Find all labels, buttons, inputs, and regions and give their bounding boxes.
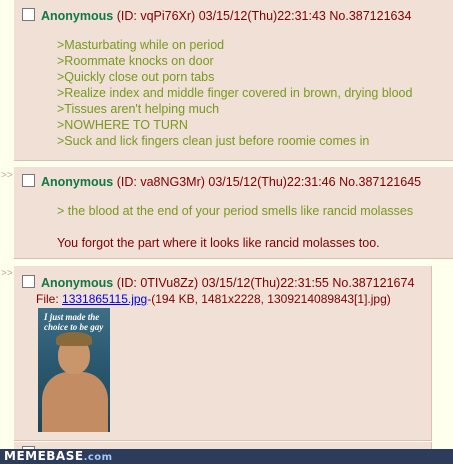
poster-id: (ID: 0TIVu8Zz): [116, 276, 199, 290]
poster-name: Anonymous: [41, 9, 114, 23]
thumbnail-caption: I just made the choice to be gay: [44, 312, 104, 332]
post-header: Anonymous (ID: va8NG3Mr) 03/15/12(Thu)22…: [22, 174, 421, 189]
post-image-thumbnail[interactable]: I just made the choice to be gay: [38, 308, 110, 432]
post-number[interactable]: No.387121645: [339, 175, 421, 189]
memebase-footer: MEMEBASE.com: [0, 449, 453, 464]
greentext-line: > the blood at the end of your period sm…: [57, 204, 414, 218]
greentext-line: >Suck and lick fingers clean just before…: [57, 134, 370, 148]
memebase-logo: MEMEBASE.com: [4, 449, 113, 463]
greentext-line: >Tissues aren't helping much: [57, 102, 220, 116]
post-number[interactable]: No.387121674: [332, 276, 414, 290]
file-meta: -(194 KB, 1481x2228, 1309214089843[1].jp…: [147, 292, 391, 306]
post-datetime: 03/15/12(Thu)22:31:55: [201, 276, 329, 290]
post-387121634: Anonymous (ID: vqPi76Xr) 03/15/12(Thu)22…: [14, 0, 453, 161]
greentext-line: >NOWHERE TO TURN: [57, 118, 188, 132]
poster-name: Anonymous: [41, 276, 114, 290]
reply-arrows: >>: [1, 268, 13, 279]
post-select-checkbox[interactable]: [22, 174, 35, 187]
poster-id: (ID: vqPi76Xr): [116, 9, 196, 23]
reply-text: You forgot the part where it looks like …: [57, 236, 380, 250]
post-select-checkbox[interactable]: [22, 8, 35, 21]
post-body: >Masturbating while on period >Roommate …: [57, 37, 412, 149]
greentext-line: >Realize index and middle finger covered…: [57, 86, 413, 100]
poster-id: (ID: va8NG3Mr): [116, 175, 205, 189]
reply-arrows: >>: [1, 170, 13, 181]
thumbnail-figure-torso: [42, 372, 108, 432]
post-header: Anonymous (ID: 0TIVu8Zz) 03/15/12(Thu)22…: [22, 275, 414, 290]
file-info: File: 1331865115.jpg-(194 KB, 1481x2228,…: [36, 292, 391, 306]
greentext-line: >Quickly close out porn tabs: [57, 70, 215, 84]
post-datetime: 03/15/12(Thu)22:31:43: [198, 9, 326, 23]
poster-name: Anonymous: [41, 175, 114, 189]
post-header: Anonymous (ID: vqPi76Xr) 03/15/12(Thu)22…: [22, 8, 411, 23]
post-datetime: 03/15/12(Thu)22:31:46: [208, 175, 336, 189]
file-link[interactable]: 1331865115.jpg: [62, 292, 147, 306]
thumbnail-figure-hair: [56, 332, 92, 346]
logo-suffix: .com: [83, 452, 113, 463]
file-label: File:: [36, 292, 59, 306]
post-387121674: Anonymous (ID: 0TIVu8Zz) 03/15/12(Thu)22…: [14, 266, 432, 441]
post-select-checkbox[interactable]: [22, 275, 35, 288]
greentext-line: >Masturbating while on period: [57, 38, 225, 52]
greentext-line: >Roommate knocks on door: [57, 54, 214, 68]
post-number[interactable]: No.387121634: [329, 9, 411, 23]
post-body: > the blood at the end of your period sm…: [57, 203, 413, 251]
post-387121645: Anonymous (ID: va8NG3Mr) 03/15/12(Thu)22…: [14, 167, 453, 259]
logo-text: MEMEBASE: [4, 449, 84, 463]
